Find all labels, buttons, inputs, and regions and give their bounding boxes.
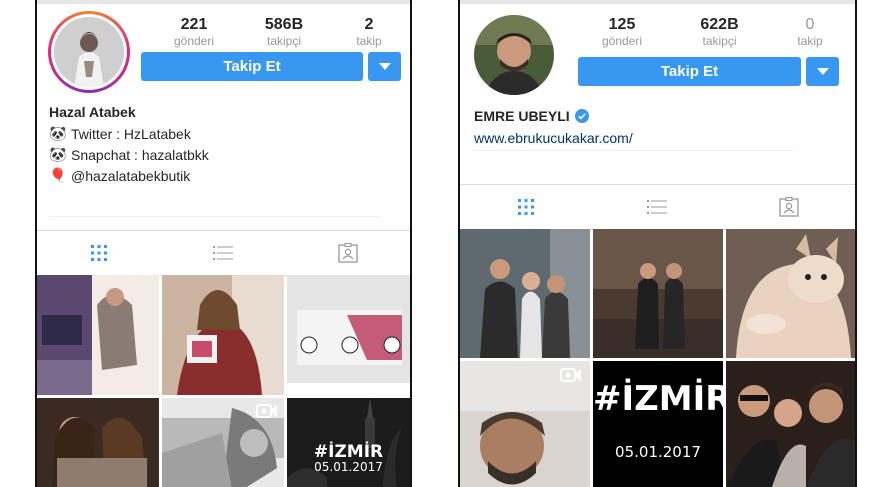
- avatar[interactable]: [474, 15, 554, 95]
- panda-icon: 🐼: [49, 146, 67, 162]
- grid-video[interactable]: [460, 361, 590, 487]
- posts-label: gönderi: [601, 34, 643, 48]
- grid-photo[interactable]: [287, 275, 410, 395]
- chevron-down-icon: [378, 63, 391, 70]
- posts-count: 221: [180, 16, 208, 33]
- bio-text: Snapchat : hazalatbkk: [71, 146, 209, 163]
- divider: [474, 150, 795, 151]
- following-label: takip: [797, 34, 823, 48]
- tab-grid[interactable]: [79, 238, 119, 268]
- bio-line: 🐼 Snapchat : hazalatbkk: [49, 146, 209, 163]
- grid-photo[interactable]: #İZMİR 05.01.2017: [287, 398, 410, 487]
- following-count: 0: [805, 16, 815, 33]
- grid-photo[interactable]: [593, 229, 723, 358]
- verified-badge-icon: [574, 109, 589, 123]
- grid-photo[interactable]: [726, 229, 855, 358]
- suggestions-dropdown-button[interactable]: [806, 57, 839, 86]
- posts-count: 125: [608, 16, 636, 33]
- followers-stat[interactable]: 622B takipçi: [680, 16, 760, 48]
- followers-stat[interactable]: 586B takipçi: [244, 16, 324, 48]
- status-bar: [460, 0, 855, 4]
- followers-label: takipçi: [266, 34, 301, 48]
- grid-photo[interactable]: [460, 229, 590, 358]
- tab-list[interactable]: [637, 192, 677, 222]
- suggestions-dropdown-button[interactable]: [368, 52, 401, 81]
- tagged-user-icon: [338, 242, 358, 263]
- follow-button[interactable]: Takip Et: [578, 57, 801, 86]
- izmir-title: #İZMİR: [593, 379, 723, 419]
- list-icon: [213, 246, 234, 260]
- following-label: takip: [356, 34, 382, 48]
- photo-grid: #İZMİR 05.01.2017: [37, 275, 410, 487]
- followers-count: 586B: [264, 16, 304, 33]
- balloon-icon: 🎈: [49, 167, 67, 183]
- bio-line: 🎈 @hazalatabekbutik: [49, 167, 190, 184]
- following-stat[interactable]: 0 takip: [785, 16, 835, 48]
- date-text: 05.01.2017: [615, 443, 701, 461]
- grid-photo[interactable]: [37, 398, 159, 487]
- profile-name: EMRE UBEYLI: [474, 108, 589, 124]
- following-count: 2: [364, 16, 374, 33]
- left-profile-screen: 221 gönderi 586B takipçi 2 takip Takip E…: [35, 0, 412, 487]
- bio-text: Twitter : HzLatabek: [71, 125, 191, 142]
- right-profile-screen: 125 gönderi 622B takipçi 0 takip Takip E…: [458, 0, 857, 487]
- story-ring[interactable]: [48, 11, 130, 93]
- follow-button[interactable]: Takip Et: [141, 52, 363, 81]
- bio-line: 🐼 Twitter : HzLatabek: [49, 125, 191, 142]
- grid-video[interactable]: [162, 398, 284, 487]
- tab-tagged[interactable]: [769, 192, 809, 222]
- posts-label: gönderi: [173, 34, 215, 48]
- status-bar: [37, 0, 410, 4]
- tagged-user-icon: [779, 196, 799, 217]
- izmir-title: #İZMİR: [313, 442, 384, 462]
- profile-tabs: [460, 184, 855, 230]
- divider: [49, 216, 380, 217]
- followers-count: 622B: [700, 16, 739, 33]
- list-icon: [647, 200, 668, 214]
- profile-link[interactable]: www.ebrukucukakar.com/: [474, 130, 633, 146]
- posts-stat[interactable]: 221 gönderi: [164, 16, 224, 48]
- date-text: 05.01.2017: [314, 460, 383, 474]
- grid-photo[interactable]: [37, 275, 159, 395]
- profile-stats: 221 gönderi 586B takipçi 2 takip: [164, 16, 394, 48]
- grid-photo[interactable]: [162, 275, 284, 395]
- profile-name-text: EMRE UBEYLI: [474, 108, 570, 124]
- video-camera-icon: [560, 368, 581, 382]
- grid-photo[interactable]: [726, 361, 855, 487]
- profile-name: Hazal Atabek: [49, 104, 136, 120]
- chevron-down-icon: [816, 68, 829, 75]
- bio-mention[interactable]: @hazalatabekbutik: [71, 168, 190, 184]
- following-stat[interactable]: 2 takip: [344, 16, 394, 48]
- grid-photo[interactable]: #İZMİR 05.01.2017: [593, 361, 723, 487]
- grid-icon: [517, 199, 534, 215]
- avatar: [54, 17, 124, 87]
- tab-list[interactable]: [203, 238, 243, 268]
- posts-stat[interactable]: 125 gönderi: [590, 16, 654, 48]
- grid-icon: [91, 245, 108, 261]
- profile-stats: 125 gönderi 622B takipçi 0 takip: [590, 16, 835, 48]
- panda-icon: 🐼: [49, 125, 67, 141]
- tab-tagged[interactable]: [328, 238, 368, 268]
- tab-grid[interactable]: [506, 192, 546, 222]
- video-camera-icon: [256, 404, 277, 418]
- profile-tabs: [37, 230, 410, 276]
- photo-grid: #İZMİR 05.01.2017: [460, 229, 855, 487]
- followers-label: takipçi: [702, 34, 737, 48]
